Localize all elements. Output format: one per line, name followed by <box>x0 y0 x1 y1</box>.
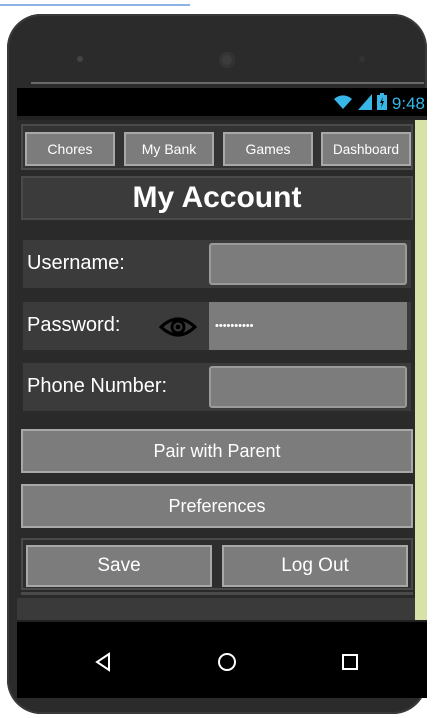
tab-my-bank[interactable]: My Bank <box>124 132 214 166</box>
phone-row: Phone Number: <box>21 361 413 413</box>
light-sensor <box>359 56 365 62</box>
tab-chores[interactable]: Chores <box>25 132 115 166</box>
wifi-icon <box>333 94 353 115</box>
screen: 9:48 Chores My Bank Games Dashboard My A… <box>17 88 427 698</box>
logout-button[interactable]: Log Out <box>222 545 408 587</box>
top-divider <box>31 82 424 84</box>
pair-with-parent-button[interactable]: Pair with Parent <box>21 429 413 473</box>
phone-label: Phone Number: <box>27 375 168 397</box>
phone-frame: 9:48 Chores My Bank Games Dashboard My A… <box>7 14 427 714</box>
tab-dashboard[interactable]: Dashboard <box>321 132 411 166</box>
proximity-sensor <box>77 56 83 62</box>
status-time: 9:48 <box>391 94 425 113</box>
preferences-button[interactable]: Preferences <box>21 484 413 528</box>
signal-icon <box>357 93 372 115</box>
username-label: Username: <box>27 252 125 274</box>
eye-icon[interactable] <box>158 315 198 344</box>
recents-icon[interactable] <box>330 642 370 682</box>
phone-field[interactable] <box>209 366 407 408</box>
nav-bar <box>17 622 427 698</box>
side-scrollbar[interactable] <box>415 120 427 620</box>
password-row: Password: •••••••••• <box>21 300 413 352</box>
page-top-strip <box>0 0 190 6</box>
tab-games[interactable]: Games <box>223 132 313 166</box>
password-label: Password: <box>27 314 121 336</box>
front-camera <box>219 52 235 68</box>
action-row: Save Log Out <box>21 538 413 590</box>
save-button[interactable]: Save <box>26 545 212 587</box>
home-icon[interactable] <box>207 642 247 682</box>
battery-icon <box>376 93 387 115</box>
password-field[interactable]: •••••••••• <box>209 302 407 350</box>
back-icon[interactable] <box>83 642 123 682</box>
bottom-divider <box>21 592 413 595</box>
status-bar: 9:48 <box>17 88 427 116</box>
footer-area <box>17 598 415 620</box>
app-content: Chores My Bank Games Dashboard My Accoun… <box>17 120 415 620</box>
username-field[interactable] <box>209 243 407 285</box>
username-row: Username: <box>21 238 413 290</box>
tab-bar: Chores My Bank Games Dashboard <box>21 124 413 170</box>
page-title: My Account <box>21 176 413 220</box>
